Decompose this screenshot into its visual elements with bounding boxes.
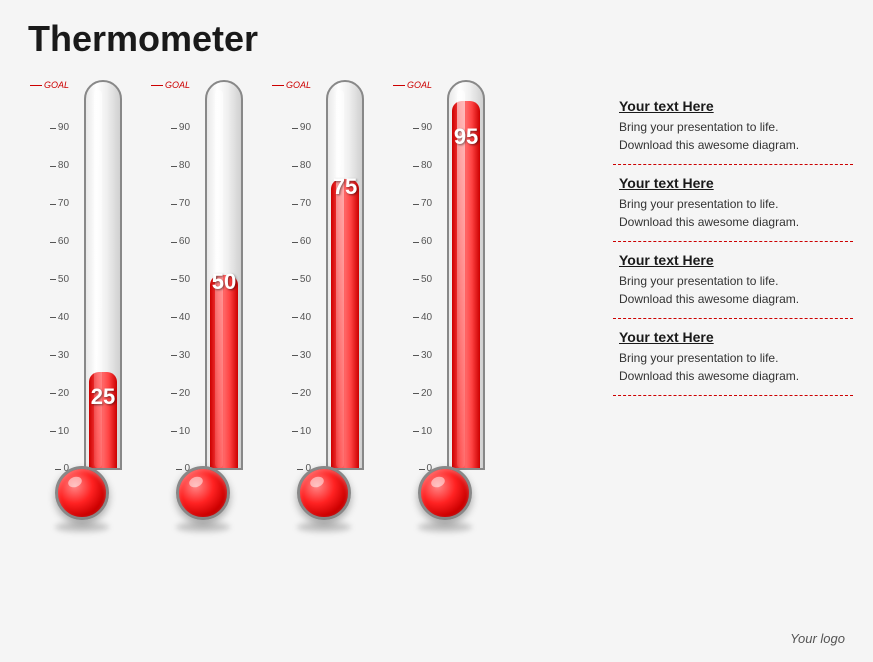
bulb-shine-2 [187, 475, 204, 489]
legend-item-4: Your text Here Bring your presentation t… [613, 321, 853, 396]
thermometer-body-1: 25 [73, 80, 133, 470]
scale-left-1: GOAL 90 80 70 60 50 40 30 20 10 0 [30, 80, 69, 470]
thermometer-1: GOAL 90 80 70 60 50 40 30 20 10 0 [30, 80, 133, 532]
scale-left-3: GOAL 90 80 70 60 50 40 30 20 10 0 [272, 80, 311, 470]
thermo-fill-4 [452, 101, 480, 468]
thermo-fill-3 [331, 179, 359, 469]
legend-desc-1: Bring your presentation to life. Downloa… [619, 118, 847, 154]
bulb-shine-3 [308, 475, 325, 489]
bulb-shine-4 [429, 475, 446, 489]
thermo-bulb-4 [418, 466, 472, 520]
bulb-container-2 [173, 466, 233, 532]
thermo-bulb-3 [297, 466, 351, 520]
thermometer-4: GOAL 90 80 70 60 50 40 30 20 10 0 [393, 80, 496, 532]
legend-title-1: Your text Here [619, 98, 847, 114]
page-title: Thermometer [0, 0, 873, 70]
thermometers-area: GOAL 90 80 70 60 50 40 30 20 10 0 [20, 80, 603, 532]
bulb-container-1 [52, 466, 112, 532]
legend-title-3: Your text Here [619, 252, 847, 268]
legend-item-3: Your text Here Bring your presentation t… [613, 244, 853, 319]
goal-label-2: GOAL [165, 80, 190, 90]
scale-left-4: GOAL 90 80 70 60 50 40 30 20 10 0 [393, 80, 432, 470]
thermometer-body-2: 50 [194, 80, 254, 470]
bulb-shadow-1 [55, 522, 109, 532]
legend-title-4: Your text Here [619, 329, 847, 345]
goal-label-4: GOAL [407, 80, 432, 90]
bulb-shadow-3 [297, 522, 351, 532]
legend-item-2: Your text Here Bring your presentation t… [613, 167, 853, 242]
logo: Your logo [790, 631, 845, 646]
thermo-tube-2 [205, 80, 243, 470]
thermometer-body-3: 75 [315, 80, 375, 470]
goal-label-3: GOAL [286, 80, 311, 90]
thermometer-2: GOAL 90 80 70 60 50 40 30 20 10 0 [151, 80, 254, 532]
thermo-tube-4 [447, 80, 485, 470]
thermo-bulb-2 [176, 466, 230, 520]
thermometer-3: GOAL 90 80 70 60 50 40 30 20 10 0 [272, 80, 375, 532]
bulb-shadow-4 [418, 522, 472, 532]
bulb-shadow-2 [176, 522, 230, 532]
thermometer-body-4: 95 [436, 80, 496, 470]
bulb-container-4 [415, 466, 475, 532]
legend-item-1: Your text Here Bring your presentation t… [613, 90, 853, 165]
thermo-fill-2 [210, 275, 238, 468]
legend-desc-4: Bring your presentation to life. Downloa… [619, 349, 847, 385]
goal-label-1: GOAL [44, 80, 69, 90]
legend-desc-3: Bring your presentation to life. Downloa… [619, 272, 847, 308]
thermo-bulb-1 [55, 466, 109, 520]
thermo-tube-3 [326, 80, 364, 470]
bulb-shine-1 [66, 475, 83, 489]
legend-title-2: Your text Here [619, 175, 847, 191]
right-panel: Your text Here Bring your presentation t… [613, 80, 853, 532]
thermo-fill-1 [89, 372, 117, 469]
legend-desc-2: Bring your presentation to life. Downloa… [619, 195, 847, 231]
thermo-tube-1 [84, 80, 122, 470]
scale-left-2: GOAL 90 80 70 60 50 40 30 20 10 0 [151, 80, 190, 470]
bulb-container-3 [294, 466, 354, 532]
